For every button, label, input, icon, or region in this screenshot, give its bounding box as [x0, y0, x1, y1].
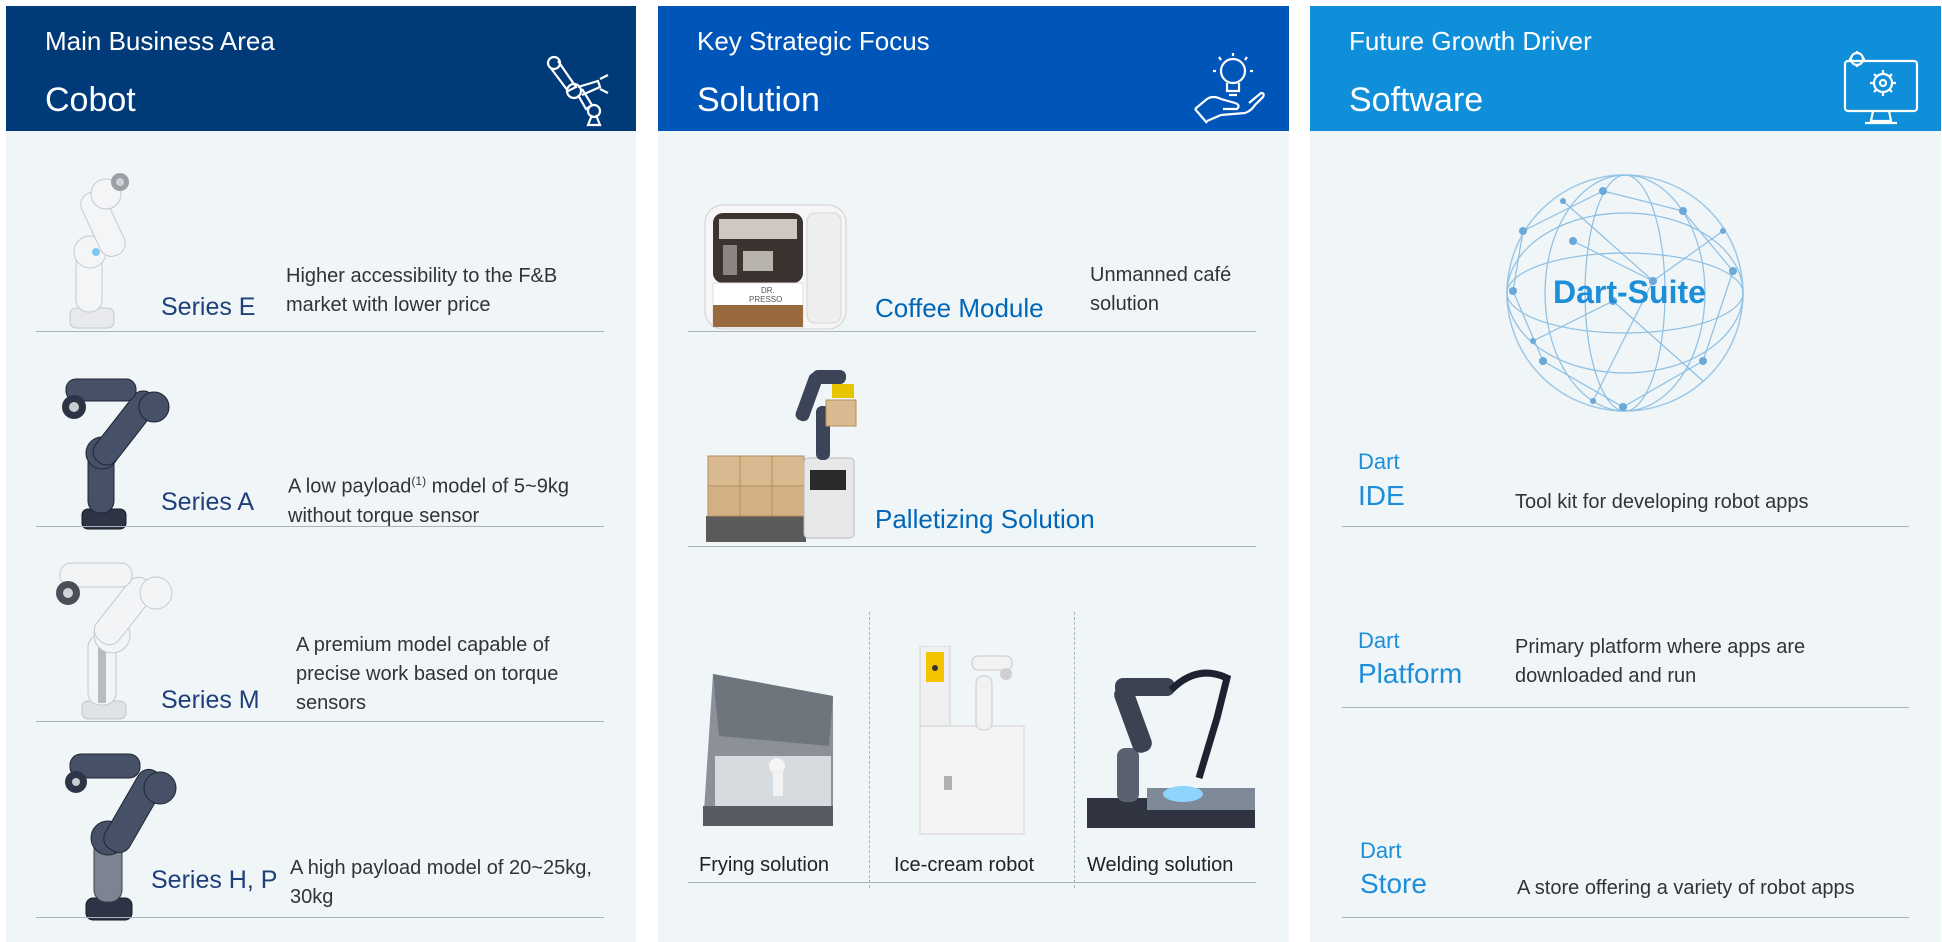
series-m-row: Series M A premium model capable of prec… — [6, 531, 636, 726]
dart-ide-label: IDE — [1358, 480, 1405, 511]
divider — [688, 882, 1256, 883]
cobot-panel: Main Business Area Cobot Series E Higher… — [6, 6, 636, 942]
series-a-row: Series A A low payload(1) model of 5~9kg… — [6, 336, 636, 531]
divider — [1342, 917, 1909, 918]
ice-cream-caption: Ice-cream robot — [894, 854, 1035, 876]
palletizing-row: Palletizing Solution — [658, 336, 1289, 546]
series-hp-label: Series H, P — [151, 866, 278, 894]
dart-suite-label: Dart-Suite — [1553, 274, 1706, 310]
frying-caption: Frying solution — [699, 854, 830, 876]
welding-tile: Welding solution — [1075, 656, 1289, 876]
dart-platform-small: Dart — [1358, 628, 1400, 653]
solution-header: Key Strategic Focus Solution — [658, 6, 1289, 131]
ice-cream-image — [919, 646, 1025, 835]
solution-panel: Key Strategic Focus Solution DR. PRESSO … — [658, 6, 1289, 942]
frying-tile: Frying solution — [688, 656, 868, 876]
coffee-module-desc: Unmanned café solution — [1090, 264, 1232, 315]
divider — [1342, 707, 1909, 708]
robot-arm-icon — [546, 55, 609, 127]
dart-platform-desc: Primary platform where apps are download… — [1515, 636, 1806, 687]
kiosk-brand-line1: DR. — [761, 286, 775, 295]
divider — [36, 721, 604, 722]
divider — [688, 546, 1256, 547]
divider — [36, 526, 604, 527]
software-title: Software — [1349, 81, 1484, 119]
dart-ide-small: Dart — [1358, 449, 1400, 474]
solution-subtitle: Key Strategic Focus — [697, 26, 930, 56]
coffee-module-row: DR. PRESSO Coffee Module Unmanned café s… — [658, 131, 1289, 336]
series-a-desc: A low payload(1) model of 5~9kg without … — [288, 474, 569, 527]
welding-caption: Welding solution — [1087, 854, 1234, 876]
cobot-subtitle: Main Business Area — [45, 26, 275, 56]
dart-platform-label: Platform — [1358, 658, 1463, 689]
palletizing-label: Palletizing Solution — [875, 504, 1095, 534]
dart-store-label: Store — [1360, 868, 1427, 899]
series-e-robot-image — [69, 173, 129, 329]
divider — [36, 331, 604, 332]
series-m-label: Series M — [161, 686, 260, 714]
dart-ide-desc: Tool kit for developing robot apps — [1515, 491, 1809, 513]
series-hp-row: Series H, P A high payload model of 20~2… — [6, 726, 636, 926]
series-hp-desc: A high payload model of 20~25kg, 30kg — [290, 857, 592, 908]
frying-image — [703, 674, 833, 826]
software-subtitle: Future Growth Driver — [1349, 26, 1592, 56]
monitor-gears-icon — [1843, 51, 1919, 125]
palletizing-image — [706, 370, 857, 542]
series-e-row: Series E Higher accessibility to the F&B… — [6, 131, 636, 336]
solution-title: Solution — [697, 81, 820, 119]
welding-image — [1087, 669, 1255, 828]
series-hp-robot-image — [65, 753, 177, 921]
divider — [688, 331, 1256, 332]
dart-store-desc: A store offering a variety of robot apps — [1517, 877, 1855, 899]
divider — [1342, 526, 1909, 527]
series-e-desc: Higher accessibility to the F&B market w… — [286, 265, 558, 316]
software-header: Future Growth Driver Software — [1310, 6, 1941, 131]
coffee-module-image: DR. PRESSO — [704, 204, 847, 330]
series-a-label: Series A — [161, 488, 255, 516]
cobot-header: Main Business Area Cobot — [6, 6, 636, 131]
dart-store-small: Dart — [1360, 838, 1402, 863]
cobot-title: Cobot — [45, 81, 136, 119]
lightbulb-hand-icon — [1194, 53, 1265, 124]
series-e-label: Series E — [161, 293, 256, 321]
ice-cream-tile: Ice-cream robot — [870, 636, 1075, 876]
series-m-desc: A premium model capable of precise work … — [296, 634, 559, 714]
coffee-module-label: Coffee Module — [875, 293, 1044, 323]
kiosk-brand-line2: PRESSO — [749, 295, 782, 304]
divider — [36, 917, 604, 918]
software-panel: Future Growth Driver Software Dart-Suite… — [1310, 6, 1941, 942]
